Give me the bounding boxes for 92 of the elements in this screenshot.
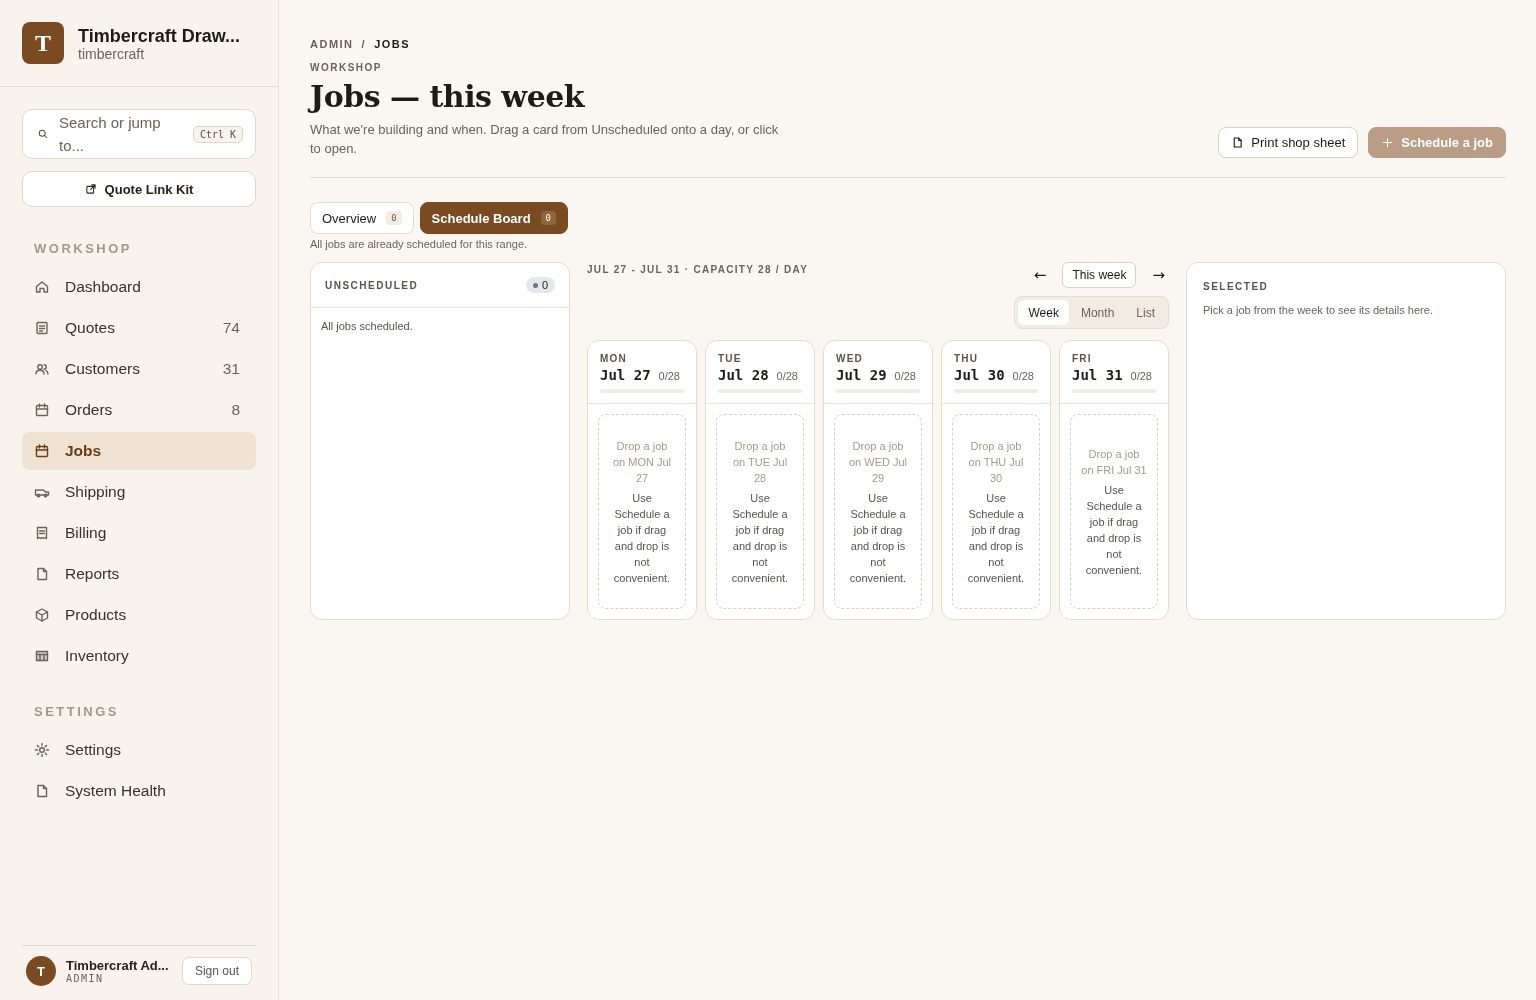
receipt-icon (34, 525, 50, 541)
brand-name: Timbercraft Draw... (78, 25, 241, 47)
drop-zone[interactable]: Drop a job on TUE Jul 28 Use Schedule a job if drag and drop is not convenient. (716, 414, 804, 609)
drop-zone[interactable]: Drop a job on MON Jul 27 Use Schedule a job if drag and drop is not convenient. (598, 414, 686, 609)
breadcrumb-item: JOBS (374, 38, 411, 50)
panel-title: SELECTED (1203, 281, 1270, 292)
nav-item[interactable]: Shipping (22, 473, 256, 511)
tab-count: 0 (540, 211, 556, 225)
user-name: Timbercraft Ad... (66, 958, 169, 973)
file-icon (1231, 136, 1245, 149)
calendar-icon (34, 402, 50, 418)
weekday-label: MON (600, 353, 628, 364)
home-icon (34, 279, 50, 295)
drop-prompt: Drop a job on TUE Jul 28 (731, 438, 789, 486)
weekday-label: THU (954, 353, 980, 364)
document-icon (34, 320, 50, 336)
box-icon (34, 607, 50, 623)
next-week-button[interactable]: → (1148, 266, 1169, 284)
nav-item[interactable]: Reports (22, 555, 256, 593)
nav-item[interactable]: Jobs (22, 432, 256, 470)
drop-prompt: Drop a job on THU Jul 30 (967, 438, 1025, 486)
view-toggle[interactable]: Month (1070, 300, 1125, 325)
previous-week-button[interactable]: ← (1029, 266, 1051, 284)
user-avatar: T (26, 956, 56, 986)
weekday-label: TUE (718, 353, 743, 364)
view-toggle[interactable]: List (1126, 300, 1165, 325)
drop-hint: Use Schedule a job if drag and drop is not convenient. (1084, 482, 1144, 578)
drop-prompt: Drop a job on MON Jul 27 (611, 438, 673, 486)
tab[interactable]: Schedule Board 0 (419, 202, 568, 234)
breadcrumb-separator: / (361, 38, 367, 50)
drop-hint: Use Schedule a job if drag and drop is not convenient. (966, 490, 1026, 586)
print-button[interactable]: Print shop sheet (1218, 127, 1359, 158)
day-date: Jul 28 (718, 367, 769, 383)
page-subtitle: What we're building and when. Drag a card from Unscheduled onto a day, or click to open. (310, 121, 780, 158)
settings-icon (34, 742, 50, 758)
search-icon (37, 128, 49, 140)
view-toggle[interactable]: Week (1018, 300, 1069, 325)
tab-count: 0 (386, 211, 402, 225)
capacity-reading: 0/28 (658, 370, 680, 382)
empty-message: All jobs scheduled. (320, 319, 414, 334)
tab[interactable]: Overview 0 (310, 202, 414, 234)
nav-item[interactable]: Customers 31 (22, 350, 256, 388)
nav-item[interactable]: Orders 8 (22, 391, 256, 429)
count-badge: 0 (525, 277, 555, 293)
weekday-label: FRI (1072, 353, 1093, 364)
nav-item[interactable]: Billing (22, 514, 256, 552)
section-heading: WORKSHOP (34, 241, 133, 256)
plus-icon (1381, 136, 1395, 149)
brand-slug: timbercraft (78, 46, 146, 61)
calendar-icon (34, 443, 50, 459)
panel-title: UNSCHEDULED (325, 279, 419, 291)
nav-item[interactable]: System Health (22, 772, 256, 810)
nav-item[interactable]: Settings (22, 731, 256, 769)
capacity-reading: 0/28 (1130, 370, 1152, 382)
this-week-button[interactable]: This week (1062, 262, 1137, 288)
grid-icon (34, 648, 50, 664)
drop-prompt: Drop a job on FRI Jul 31 (1081, 446, 1147, 478)
tabs-hint: All jobs are already scheduled for this range. (310, 238, 529, 250)
nav-item[interactable]: Dashboard (22, 268, 256, 306)
drop-prompt: Drop a job on WED Jul 29 (847, 438, 909, 486)
empty-message: Pick a job from the week to see its details here. (1203, 304, 1434, 316)
nav-item[interactable]: Inventory (22, 637, 256, 675)
drop-zone[interactable]: Drop a job on FRI Jul 31 Use Schedule a job if drag and drop is not convenient. (1070, 414, 1158, 609)
capacity-reading: 0/28 (894, 370, 916, 382)
page-eyebrow: WORKSHOP (310, 62, 383, 73)
shortcut-hint: Ctrl K (192, 125, 243, 143)
section-heading: SETTINGS (34, 704, 120, 719)
breadcrumb-item[interactable]: ADMIN (310, 38, 354, 50)
capacity-reading: 0/28 (1012, 370, 1034, 382)
drop-hint: Use Schedule a job if drag and drop is not convenient. (730, 490, 790, 586)
day-date: Jul 30 (954, 367, 1005, 383)
day-date: Jul 31 (1072, 367, 1123, 383)
drop-hint: Use Schedule a job if drag and drop is not convenient. (612, 490, 672, 586)
nav-item[interactable]: Quotes 74 (22, 309, 256, 347)
nav-item[interactable]: Products (22, 596, 256, 634)
search-field[interactable]: Search or jump to... Ctrl K (22, 109, 256, 159)
drop-zone[interactable]: Drop a job on THU Jul 30 Use Schedule a job if drag and drop is not convenient. (952, 414, 1040, 609)
user-role: ADMIN (66, 973, 105, 984)
sign-out-button[interactable]: Sign out (181, 957, 252, 985)
day-date: Jul 29 (836, 367, 887, 383)
drop-zone[interactable]: Drop a job on WED Jul 29 Use Schedule a job if drag and drop is not convenient. (834, 414, 922, 609)
drop-hint: Use Schedule a job if drag and drop is not convenient. (848, 490, 908, 586)
quote-link-button[interactable]: Quote Link Kit (22, 171, 256, 207)
users-icon (34, 361, 50, 377)
capacity-reading: 0/28 (776, 370, 798, 382)
file-icon (34, 783, 50, 799)
external-link-icon (84, 183, 97, 195)
weekday-label: WED (836, 353, 864, 364)
file-icon (34, 566, 50, 582)
week-range: JUL 27 - JUL 31 · CAPACITY 28 / DAY (587, 264, 809, 275)
day-date: Jul 27 (600, 367, 651, 383)
brand-logo: T (22, 22, 64, 64)
